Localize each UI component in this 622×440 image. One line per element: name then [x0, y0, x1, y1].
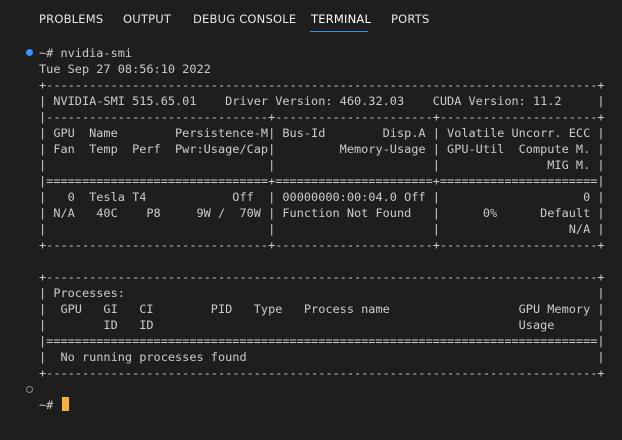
terminal-line: Tue Sep 27 08:56:10 2022 [39, 62, 211, 76]
terminal-line: | GPU GI CI PID Type Process name GPU Me… [39, 302, 605, 316]
terminal-line: |-------------------------------+-------… [39, 110, 605, 124]
terminal-line: | NVIDIA-SMI 515.65.01 Driver Version: 4… [39, 94, 605, 108]
panel-tab-bar: PROBLEMS OUTPUT DEBUG CONSOLE TERMINAL P… [0, 0, 622, 36]
tab-problems[interactable]: PROBLEMS [39, 12, 103, 26]
terminal-line: | Processes: | [39, 286, 605, 300]
terminal-line: | | | N/A | [39, 222, 605, 236]
command-success-decoration-icon[interactable] [26, 49, 33, 56]
terminal-line: | Fan Temp Perf Pwr:Usage/Cap| Memory-Us… [39, 142, 605, 156]
terminal-line: |=======================================… [39, 334, 605, 348]
terminal-line: | ID ID Usage | [39, 318, 605, 332]
terminal-line: | 0 Tesla T4 Off | 00000000:00:04.0 Off … [39, 190, 605, 204]
tab-output[interactable]: OUTPUT [123, 12, 171, 26]
terminal-output: ~# nvidia-smi Tue Sep 27 08:56:10 2022 +--… [39, 45, 605, 413]
terminal-line: | N/A 40C P8 9W / 70W | Function Not Fou… [39, 206, 605, 220]
terminal-line: +-------------------------------+-------… [39, 238, 605, 252]
terminal-line: |===============================+=======… [39, 174, 605, 188]
terminal-line: ~# nvidia-smi [39, 46, 133, 60]
command-pending-decoration-icon[interactable] [26, 386, 33, 393]
terminal-line: +---------------------------------------… [39, 270, 605, 284]
terminal-prompt: ~# [39, 398, 54, 412]
terminal-cursor[interactable] [61, 397, 69, 411]
tab-ports[interactable]: PORTS [391, 12, 429, 26]
terminal-line: | GPU Name Persistence-M| Bus-Id Disp.A … [39, 126, 605, 140]
terminal-line: | | | MIG M. | [39, 158, 605, 172]
terminal-prompt-line: ~# [39, 397, 605, 413]
terminal-line: | No running processes found | [39, 350, 605, 364]
active-tab-indicator [310, 31, 368, 32]
tab-terminal[interactable]: TERMINAL [311, 12, 371, 26]
tab-debug-console[interactable]: DEBUG CONSOLE [193, 12, 296, 26]
terminal-line: +---------------------------------------… [39, 366, 605, 380]
terminal-line: +---------------------------------------… [39, 78, 605, 92]
